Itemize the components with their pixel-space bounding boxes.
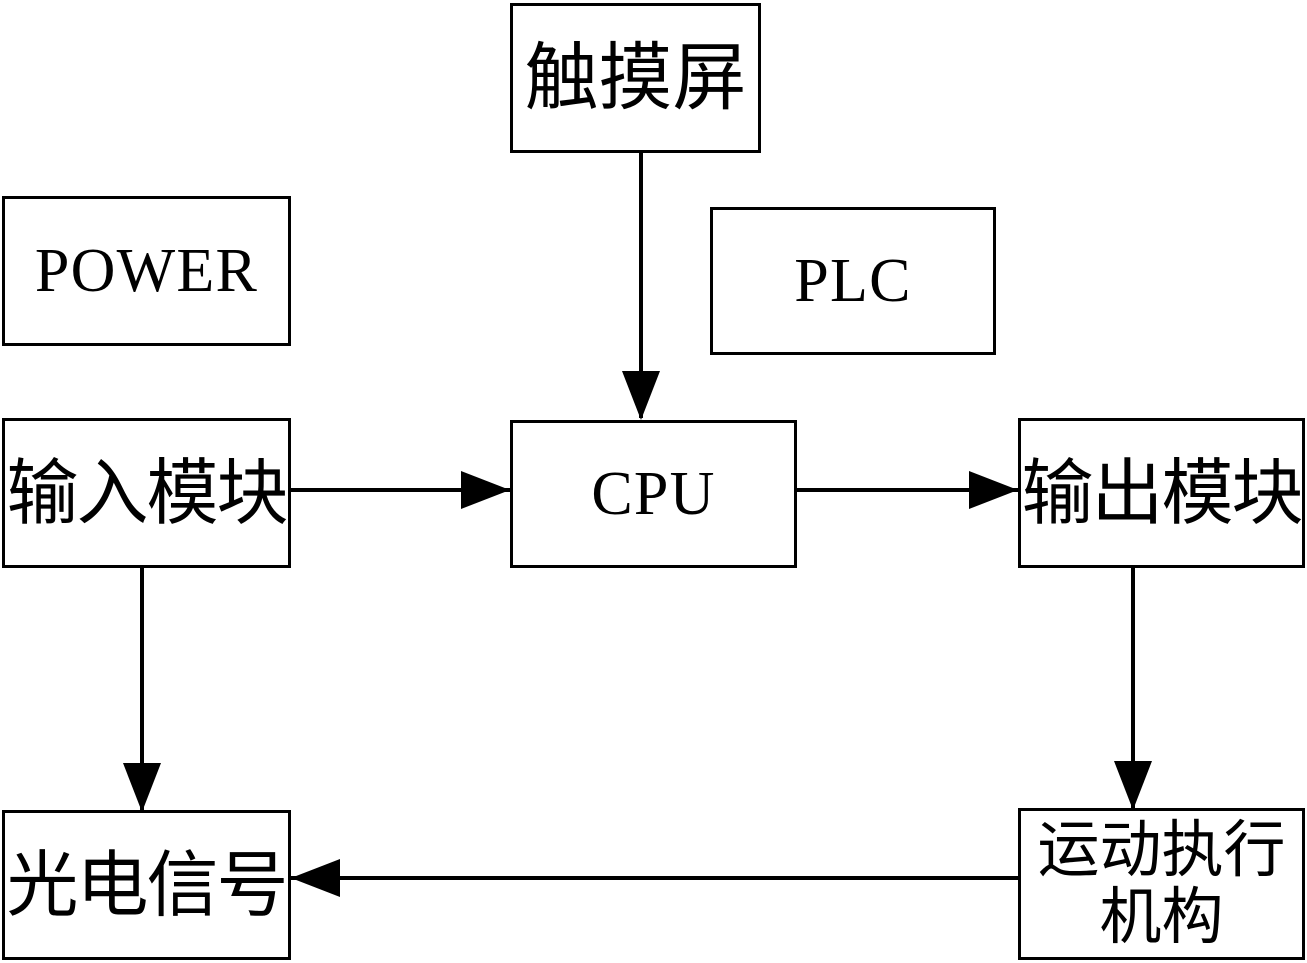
node-output-module[interactable]: 输出模块: [1018, 418, 1305, 568]
edge-cpu-touchscreen-arrowhead-down: [622, 371, 660, 420]
node-touchscreen-label: 触摸屏: [524, 35, 747, 121]
node-touchscreen[interactable]: 触摸屏: [510, 3, 761, 153]
edge-actuator-photosignal-line: [291, 876, 1020, 880]
node-motion-actuator[interactable]: 运动执行机构: [1018, 808, 1305, 960]
node-motion-actuator-label: 运动执行机构: [1037, 813, 1286, 953]
edge-output-actuator-arrowhead: [1114, 761, 1152, 810]
node-plc-label: PLC: [794, 247, 912, 315]
edge-input-photosignal-arrowhead: [123, 763, 161, 812]
node-photoelectric-signal-label: 光电信号: [6, 843, 288, 927]
node-input-module[interactable]: 输入模块: [2, 418, 291, 568]
node-cpu-label: CPU: [591, 460, 716, 528]
node-power-label: POWER: [34, 237, 259, 305]
diagram-canvas: 触摸屏 POWER PLC 输入模块 CPU 输出模块 光电信号 运动执行机构: [0, 0, 1307, 963]
node-plc[interactable]: PLC: [710, 207, 996, 355]
node-photoelectric-signal[interactable]: 光电信号: [2, 810, 291, 960]
edge-actuator-photosignal-arrowhead: [291, 859, 340, 897]
edge-input-cpu-arrowhead: [461, 471, 510, 509]
node-input-module-label: 输入模块: [6, 451, 288, 535]
edge-cpu-output-arrowhead: [969, 471, 1018, 509]
node-power[interactable]: POWER: [2, 196, 291, 346]
node-cpu[interactable]: CPU: [510, 420, 797, 568]
node-output-module-label: 输出模块: [1021, 451, 1303, 535]
